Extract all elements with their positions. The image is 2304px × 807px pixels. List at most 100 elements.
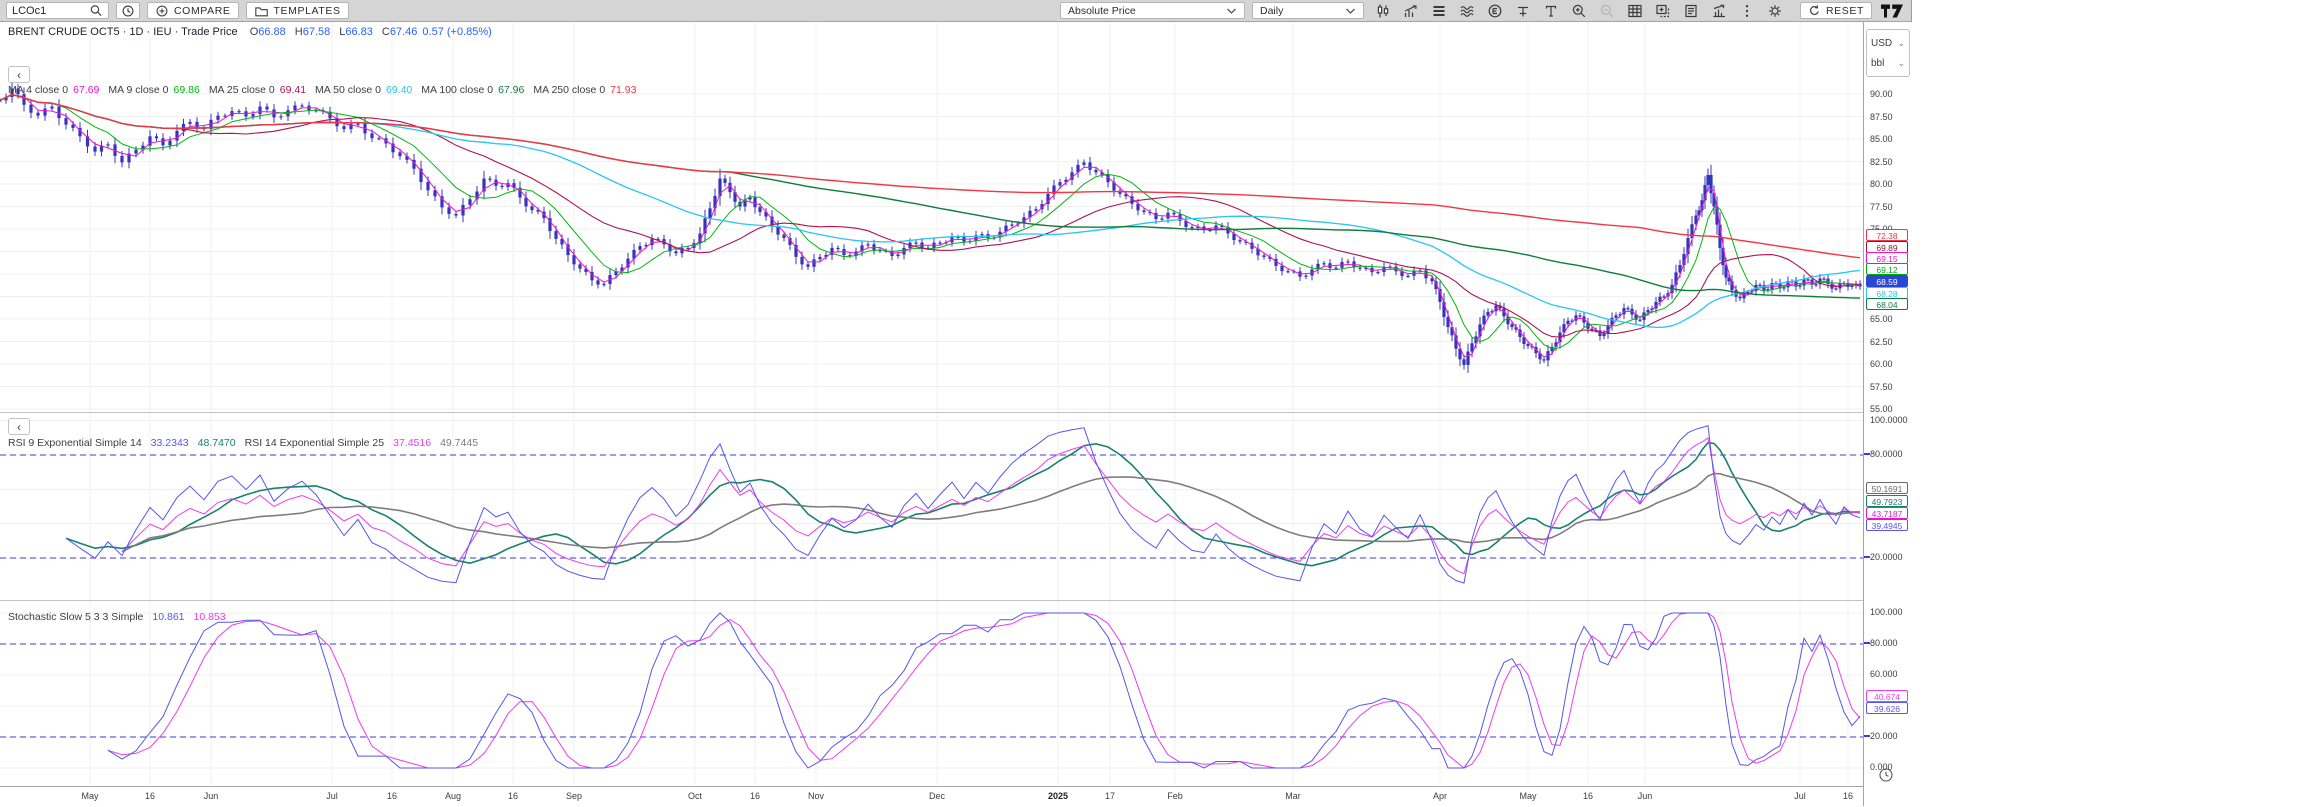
clock-icon: [121, 4, 135, 18]
reset-button[interactable]: RESET: [1800, 2, 1872, 19]
time-axis-label: 16: [145, 791, 155, 801]
price-badge: 72.38: [1866, 229, 1908, 241]
time-axis-label: May: [1519, 791, 1536, 801]
ma-line-ma250: [0, 95, 1860, 258]
stochastic-pane[interactable]: Stochastic Slow 5 3 3 Simple10.86110.853: [0, 600, 1863, 787]
measure-icon[interactable]: [1515, 3, 1531, 19]
price-axis-label: 55.00: [1870, 404, 1893, 414]
zoom-in-icon[interactable]: [1571, 3, 1587, 19]
events-icon[interactable]: [1487, 3, 1503, 19]
price-axis-label: 85.00: [1870, 134, 1893, 144]
currency-dropdown[interactable]: USD ⌄: [1871, 33, 1905, 53]
trading-terminal-window: COMPARE TEMPLATES Absolute Price Daily R…: [0, 0, 1912, 806]
ma-legend: MA 4 close 067.69MA 9 close 069.86MA 25 …: [8, 84, 636, 96]
chevron-down-icon: ⌄: [1897, 58, 1905, 69]
text-tool-icon[interactable]: [1543, 3, 1559, 19]
reset-label: RESET: [1826, 5, 1864, 17]
ma-legend-label[interactable]: MA 50 close 0: [315, 84, 381, 96]
ma-legend-label[interactable]: MA 25 close 0: [209, 84, 275, 96]
data-table-icon[interactable]: [1627, 3, 1643, 19]
stoch-axis-label: 60.000: [1870, 669, 1898, 679]
price-axis-label: 80.00: [1870, 179, 1893, 189]
candlestick-chart-icon[interactable]: [1375, 3, 1391, 19]
price-axis-label: 57.50: [1870, 382, 1893, 392]
time-axis[interactable]: May16JunJul16Aug16SepOct16NovDec202517Fe…: [0, 786, 1863, 807]
symbol-legend: BRENT CRUDE OCT5 · 1D · IEU · Trade Pric…: [8, 26, 492, 38]
time-axis-label: 16: [508, 791, 518, 801]
interval-dropdown[interactable]: Daily: [1252, 2, 1364, 19]
news-icon[interactable]: [1683, 3, 1699, 19]
interval-history-button[interactable]: [116, 2, 140, 19]
price-mode-dropdown[interactable]: Absolute Price: [1060, 2, 1245, 19]
time-axis-label: Oct: [688, 791, 702, 801]
time-axis-label: Jul: [326, 791, 338, 801]
band-tick: [1864, 642, 1870, 644]
ohlc-value: 66.83: [345, 26, 373, 38]
collapse-pane-button[interactable]: ‹: [8, 66, 30, 83]
tradingview-logo[interactable]: [1879, 2, 1905, 20]
time-axis-label: 16: [1583, 791, 1593, 801]
ohlc-label: C: [382, 26, 390, 38]
candlestick-chart-canvas[interactable]: [0, 22, 1863, 412]
time-axis-label: 16: [750, 791, 760, 801]
settings-gear-icon[interactable]: [1767, 3, 1783, 19]
templates-label: TEMPLATES: [274, 5, 341, 17]
performance-chart-icon[interactable]: [1403, 3, 1419, 19]
toolbar-icon-row: [1375, 3, 1783, 19]
time-axis-label: Nov: [808, 791, 824, 801]
price-axis-label: 82.50: [1870, 157, 1893, 167]
search-icon[interactable]: [89, 3, 103, 18]
symbol-input[interactable]: [12, 5, 84, 17]
legend-part: 33.2343: [151, 437, 189, 449]
price-badge: 49.7923: [1866, 495, 1908, 507]
change-value: 0.57 (+0.85%): [422, 26, 491, 38]
unit-dropdown[interactable]: bbl ⌄: [1871, 53, 1905, 73]
stochastic-chart-canvas[interactable]: [0, 601, 1863, 787]
ma-legend-value: 69.41: [280, 84, 306, 96]
chart-area: BRENT CRUDE OCT5 · 1D · IEU · Trade Pric…: [0, 22, 1863, 806]
price-pane[interactable]: BRENT CRUDE OCT5 · 1D · IEU · Trade Pric…: [0, 22, 1863, 412]
legend-part[interactable]: RSI 9 Exponential Simple 14: [8, 437, 142, 449]
time-axis-label: 2025: [1048, 791, 1068, 801]
ohlc-label: O: [250, 26, 259, 38]
legend-part: 49.7445: [440, 437, 478, 449]
price-mode-value: Absolute Price: [1068, 5, 1136, 17]
ohlc-label: H: [295, 26, 303, 38]
price-axis-label: 77.50: [1870, 202, 1893, 212]
compare-button[interactable]: COMPARE: [147, 2, 239, 19]
rsi-slow-ma-line: [122, 474, 1860, 552]
legend-part: 48.7470: [198, 437, 236, 449]
price-badge: 39.626: [1866, 702, 1908, 714]
chart-report-icon[interactable]: [1711, 3, 1727, 19]
more-options-icon[interactable]: [1739, 3, 1755, 19]
time-axis-label: Aug: [445, 791, 461, 801]
timezone-clock-button[interactable]: [1878, 767, 1895, 784]
ma-line-ma4: [0, 95, 1860, 357]
time-axis-label: Apr: [1433, 791, 1447, 801]
price-scale[interactable]: USD ⌄ bbl ⌄ 90.0087.5085.0082.5080.0077.…: [1863, 22, 1912, 806]
ma-legend-label[interactable]: MA 250 close 0: [533, 84, 605, 96]
ma-legend-label[interactable]: MA 9 close 0: [108, 84, 168, 96]
stacked-view-icon[interactable]: [1431, 3, 1447, 19]
symbol-title[interactable]: BRENT CRUDE OCT5 · 1D · IEU · Trade Pric…: [8, 26, 238, 38]
price-axis-label: 90.00: [1870, 89, 1893, 99]
add-pane-icon[interactable]: [1655, 3, 1671, 19]
time-axis-label: Feb: [1167, 791, 1183, 801]
symbol-search-box[interactable]: [6, 2, 109, 19]
price-badge: 39.4945: [1866, 519, 1908, 531]
legend-part[interactable]: Stochastic Slow 5 3 3 Simple: [8, 611, 143, 623]
stochastic-legend: Stochastic Slow 5 3 3 Simple10.86110.853: [8, 611, 226, 623]
price-badge: 68.59: [1866, 275, 1908, 287]
ma-legend-label[interactable]: MA 4 close 0: [8, 84, 68, 96]
ma-legend-value: 67.96: [498, 84, 524, 96]
time-axis-label: Jul: [1794, 791, 1806, 801]
collapse-pane-button[interactable]: ‹: [8, 418, 30, 435]
time-axis-label: Mar: [1285, 791, 1301, 801]
templates-button[interactable]: TEMPLATES: [246, 2, 349, 19]
ma-legend-label[interactable]: MA 100 close 0: [421, 84, 493, 96]
rsi-pane[interactable]: ‹ RSI 9 Exponential Simple 14 33.2343 48.7…: [0, 412, 1863, 601]
legend-part: 10.853: [194, 611, 226, 623]
time-axis-label: Dec: [929, 791, 945, 801]
zoom-out-icon[interactable]: [1599, 3, 1615, 19]
wave-pattern-icon[interactable]: [1459, 3, 1475, 19]
